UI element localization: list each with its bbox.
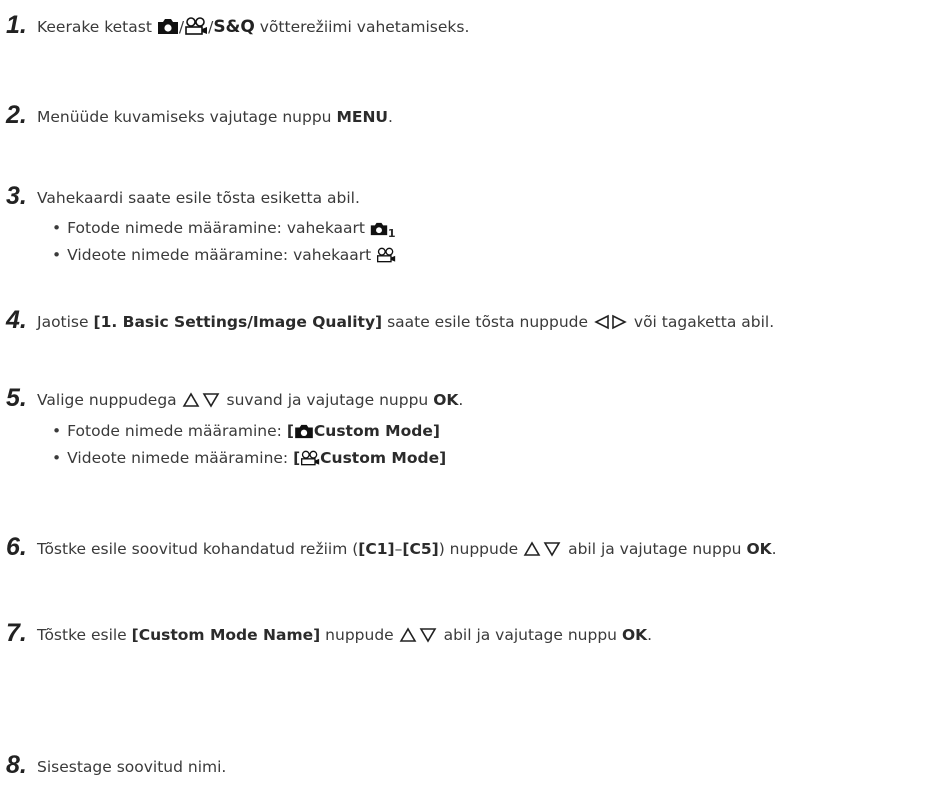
step-text: Menüüde kuvamiseks vajutage nuppu MENU. [37,108,393,126]
up-down-arrow-icon [523,541,563,562]
step-number: 6. [6,533,27,561]
video-camera-icon [376,247,396,268]
list-item: • Fotode nimede määramine: vahekaart 1 [52,219,396,241]
step-number: 4. [6,306,27,334]
up-down-arrow-icon [182,392,222,413]
camera-icon [370,221,388,241]
step-number: 3. [6,182,27,210]
step-text: Tõstke esile [Custom Mode Name] nuppude … [37,625,652,648]
step-text: Vahekaardi saate esile tõsta esiketta ab… [37,189,360,207]
list-item: • Videote nimede määramine: [Custom Mode] [52,448,446,471]
video-camera-icon [300,450,320,471]
list-item: • Videote nimede määramine: vahekaart [52,245,396,268]
step-text: Sisestage soovitud nimi. [37,758,227,776]
step-number: 2. [6,101,27,129]
up-down-arrow-icon [399,627,439,648]
step-text: Keerake ketast //S&Q võtterežiimi vaheta… [37,17,469,40]
step-number: 1. [6,11,27,39]
step-number: 8. [6,751,27,779]
camera-icon [294,424,314,444]
step-text: Valige nuppudega suvand ja vajutage nupp… [37,390,463,413]
left-right-arrow-icon [593,314,629,335]
camera-icon [157,18,179,40]
step-text: Jaotise [1. Basic Settings/Image Quality… [37,312,774,335]
video-camera-icon [184,17,208,40]
list-item: • Fotode nimede määramine: [Custom Mode] [52,421,440,444]
step-number: 7. [6,619,27,647]
step-number: 5. [6,384,27,412]
step-text: Tõstke esile soovitud kohandatud režiim … [37,539,777,562]
